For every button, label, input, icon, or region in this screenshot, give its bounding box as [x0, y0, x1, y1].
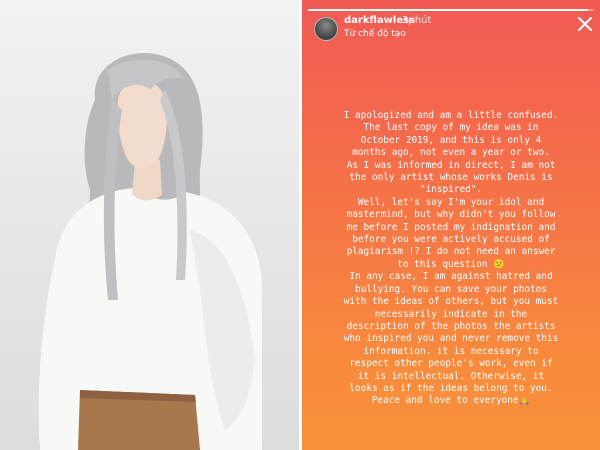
story-viewer[interactable]: darkflawless 3phút Từ chế độ tạo I apolo…	[302, 0, 600, 450]
avatar[interactable]	[314, 17, 338, 41]
story-mode-label: Từ chế độ tạo	[344, 29, 406, 39]
caption-line: respect other people's work, even if	[349, 358, 553, 370]
story-timestamp: 3phút	[402, 15, 432, 26]
caption-line: October 2019, and this is only 4	[360, 134, 542, 146]
caption-line: looks as if the ideas belong to you.	[349, 382, 553, 394]
caption-line: necessarily indicate in the	[374, 308, 528, 320]
caption-line: bullying. You can save your photos	[355, 283, 547, 295]
close-icon[interactable]	[576, 15, 594, 33]
caption-line: information. it is necessary to	[363, 345, 539, 357]
caption-line: with the ideas of others, but you must	[343, 296, 559, 308]
caption-line: "inspired".	[419, 184, 483, 196]
portrait-photo	[0, 0, 299, 450]
portrait-illustration	[38, 52, 262, 450]
caption-line: the only artist whose works Denis is	[349, 172, 553, 184]
caption-line: mastermind, but why didn't you follow	[346, 209, 556, 221]
caption-line: months ago, not even a year or two.	[352, 147, 550, 159]
caption-line: to this question 😕	[397, 258, 505, 270]
caption-line: I apologized and am a little confused.	[343, 110, 559, 121]
story-progress-fill	[308, 9, 589, 11]
caption-line: In any case, I am against hatred and	[349, 271, 553, 283]
story-progress-bar	[308, 9, 594, 11]
caption-line: The last copy of my idea was in	[363, 122, 539, 134]
caption-line: description of the photos the artists	[346, 320, 556, 332]
caption-line: before you were actively accused of	[352, 234, 550, 246]
caption-line: it is intellectual. Otherwise, it	[357, 370, 545, 382]
caption-line: Well, let's say I'm your idol and	[357, 196, 545, 208]
caption-line: Peace and love to everyone🙏	[371, 395, 531, 407]
caption-line: me before I posted my indignation and	[346, 221, 556, 233]
caption-line: who inspired you and never remove this	[343, 333, 559, 345]
caption-line: plagiarism !? I do not need an answer	[346, 246, 556, 258]
caption-line: As I was informed in direct, I am not	[346, 159, 556, 171]
story-caption: I apologized and am a little confused. Th…	[302, 110, 600, 408]
